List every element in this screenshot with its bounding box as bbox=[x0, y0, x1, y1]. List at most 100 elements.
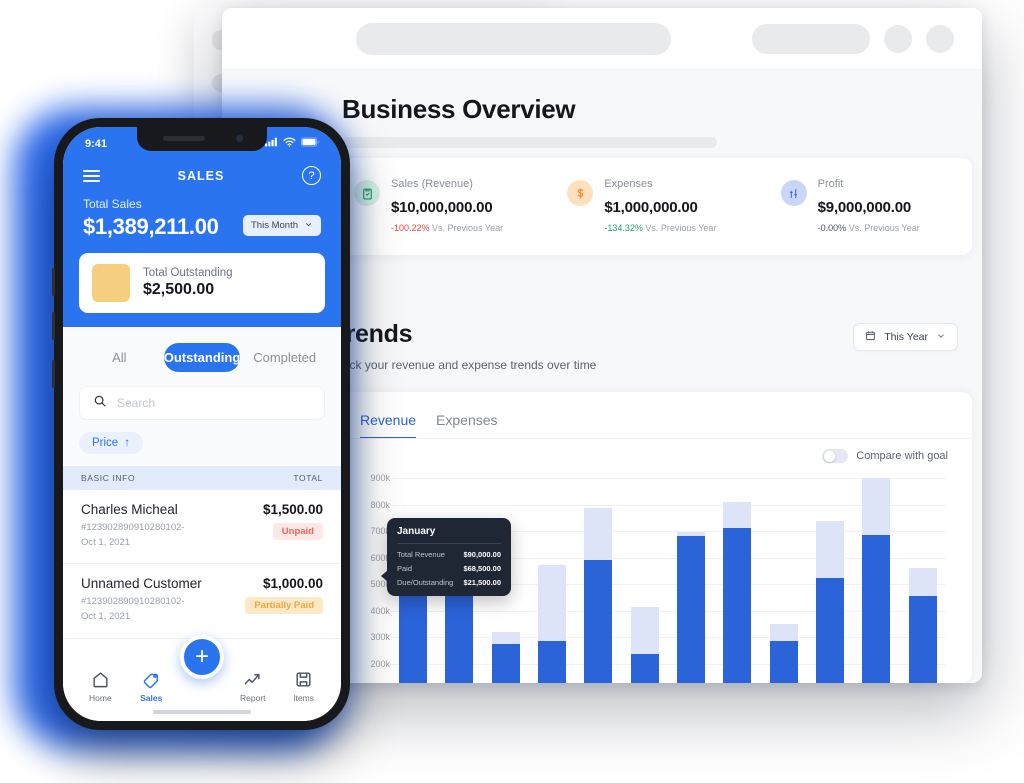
bar-slot[interactable] bbox=[714, 470, 760, 683]
chart-card: Revenue Expenses Compare with goal 900k 8… bbox=[332, 392, 972, 683]
dollar-icon bbox=[567, 180, 594, 206]
tooltip-row: Total Revenue $90,000.00 bbox=[397, 550, 501, 559]
question-circle-icon[interactable]: ? bbox=[302, 166, 321, 185]
segment-outstanding[interactable]: Outstanding bbox=[163, 343, 241, 372]
stat-delta-pct: -134.32% bbox=[604, 223, 643, 233]
tabbar-item-sales[interactable]: Sales bbox=[126, 670, 177, 703]
wifi-icon bbox=[283, 137, 296, 150]
stacked-bar[interactable] bbox=[584, 507, 613, 683]
bar-segment-due bbox=[862, 478, 891, 536]
segment-all[interactable]: All bbox=[81, 343, 158, 372]
list-header: BASIC INFO TOTAL bbox=[63, 466, 341, 490]
camera-icon bbox=[236, 135, 243, 142]
row-amount: $1,000.00 bbox=[262, 576, 323, 592]
bar-slot[interactable] bbox=[529, 470, 575, 683]
bar-slot[interactable] bbox=[575, 470, 621, 683]
chevron-down-icon bbox=[936, 331, 946, 344]
stacked-bar[interactable] bbox=[677, 531, 706, 683]
table-row[interactable]: Unnamed Customer #123902890910280102- Oc… bbox=[63, 564, 341, 639]
tabbar-item-home[interactable]: Home bbox=[75, 670, 126, 703]
row-reference: #123902890910280102- Oct 1, 2021 bbox=[81, 521, 185, 550]
bar-slot[interactable] bbox=[807, 470, 853, 683]
month-range-label: This Month bbox=[251, 220, 298, 231]
bar-segment-due bbox=[816, 520, 845, 578]
stacked-bar[interactable] bbox=[630, 607, 659, 683]
stat-value: $1,000,000.00 bbox=[604, 199, 698, 216]
tabbar-item-report[interactable]: Report bbox=[227, 670, 278, 703]
status-badge: Unpaid bbox=[272, 523, 323, 540]
stacked-bar[interactable] bbox=[538, 564, 567, 683]
stat-delta: -100.22% Vs. Previous Year bbox=[391, 223, 503, 233]
bar-slot[interactable] bbox=[900, 470, 946, 683]
total-outstanding-card[interactable]: Total Outstanding $2,500.00 bbox=[79, 253, 325, 313]
bar-slot[interactable] bbox=[622, 470, 668, 683]
tooltip-key: Total Revenue bbox=[397, 550, 445, 559]
phone-navbar: SALES ? bbox=[63, 150, 341, 185]
tabbar-label: Sales bbox=[140, 692, 163, 703]
bar-segment-paid bbox=[816, 577, 845, 683]
y-axis-tick: 200k bbox=[370, 658, 390, 669]
total-sales-label: Total Sales bbox=[83, 197, 142, 211]
bar-slot[interactable] bbox=[761, 470, 807, 683]
topbar-button-placeholder[interactable] bbox=[752, 23, 870, 54]
topbar-search-placeholder[interactable] bbox=[356, 22, 671, 55]
topbar-icon-placeholder[interactable] bbox=[884, 24, 912, 53]
stacked-bar[interactable] bbox=[862, 478, 891, 683]
page-title: Business Overview bbox=[342, 94, 576, 124]
stat-label: Sales (Revenue) bbox=[391, 178, 473, 190]
bar-segment-due bbox=[769, 623, 798, 641]
stat-delta-suffix: Vs. Previous Year bbox=[645, 223, 717, 233]
sort-price-button[interactable]: Price ↑ bbox=[79, 432, 143, 454]
signal-icon bbox=[265, 137, 278, 150]
stacked-bar[interactable] bbox=[491, 632, 520, 683]
page-subtitle-placeholder bbox=[342, 137, 717, 148]
row-date: Oct 1, 2021 bbox=[81, 536, 131, 548]
avatar[interactable] bbox=[926, 24, 954, 53]
stat-value: $9,000,000.00 bbox=[817, 199, 912, 216]
stat-delta-suffix: Vs. Previous Year bbox=[848, 223, 920, 233]
save-box-icon bbox=[278, 670, 329, 689]
bar-segment-paid bbox=[723, 528, 752, 683]
y-axis-tick: 800k bbox=[370, 499, 390, 510]
stacked-bar[interactable] bbox=[723, 501, 752, 683]
speaker-icon bbox=[163, 136, 205, 141]
month-range-selector[interactable]: This Month bbox=[243, 215, 321, 236]
stat-cards: Sales (Revenue) $10,000,000.00 -100.22% … bbox=[332, 158, 972, 255]
stat-label: Expenses bbox=[604, 178, 653, 190]
y-axis-tick: 300k bbox=[370, 632, 390, 643]
compare-with-goal-row: Compare with goal bbox=[332, 439, 972, 463]
row-ref-text: #123902890910280102- bbox=[81, 596, 185, 608]
hamburger-icon[interactable] bbox=[83, 167, 100, 185]
stacked-bar[interactable] bbox=[769, 623, 798, 683]
bar-segment-due bbox=[584, 507, 613, 560]
row-reference: #123902890910280102- Oct 1, 2021 bbox=[81, 595, 202, 624]
segment-completed[interactable]: Completed bbox=[246, 343, 323, 372]
tooltip-row: Paid $68,500.00 bbox=[397, 564, 501, 573]
search-input[interactable]: Search bbox=[79, 386, 325, 420]
bar-slot[interactable] bbox=[668, 470, 714, 683]
tooltip-value: $21,500.00 bbox=[463, 578, 501, 587]
phone-screen: 9:41 SALES ? Total Sales $1,389,211.00 T… bbox=[63, 127, 341, 721]
tooltip-key: Paid bbox=[397, 564, 413, 573]
date-range-selector[interactable]: This Year bbox=[853, 323, 958, 351]
table-row[interactable]: Charles Micheal #123902890910280102- Oct… bbox=[63, 490, 341, 565]
stacked-bar[interactable] bbox=[816, 520, 845, 683]
tab-revenue[interactable]: Revenue bbox=[360, 412, 417, 439]
trends-subtitle: Track your revenue and expense trends ov… bbox=[332, 358, 597, 372]
tag-icon bbox=[126, 670, 177, 689]
row-customer-name: Charles Micheal bbox=[81, 502, 178, 517]
bar-segment-due bbox=[723, 501, 752, 529]
bar-slot[interactable] bbox=[853, 470, 899, 683]
chart-tooltip: January Total Revenue $90,000.00 Paid $6… bbox=[381, 518, 511, 596]
tooltip-row: Due/Outstanding $21,500.00 bbox=[397, 578, 501, 587]
tooltip-title: January bbox=[397, 526, 501, 544]
compare-with-goal-toggle[interactable] bbox=[822, 449, 849, 463]
outstanding-swatch bbox=[92, 264, 130, 302]
add-button[interactable]: + bbox=[180, 635, 224, 679]
search-icon bbox=[93, 394, 107, 413]
tab-expenses[interactable]: Expenses bbox=[436, 412, 497, 439]
tabbar-item-items[interactable]: Items bbox=[278, 670, 329, 703]
bar-segment-paid bbox=[630, 653, 659, 683]
bar-segment-paid bbox=[908, 595, 937, 683]
stacked-bar[interactable] bbox=[908, 568, 937, 683]
